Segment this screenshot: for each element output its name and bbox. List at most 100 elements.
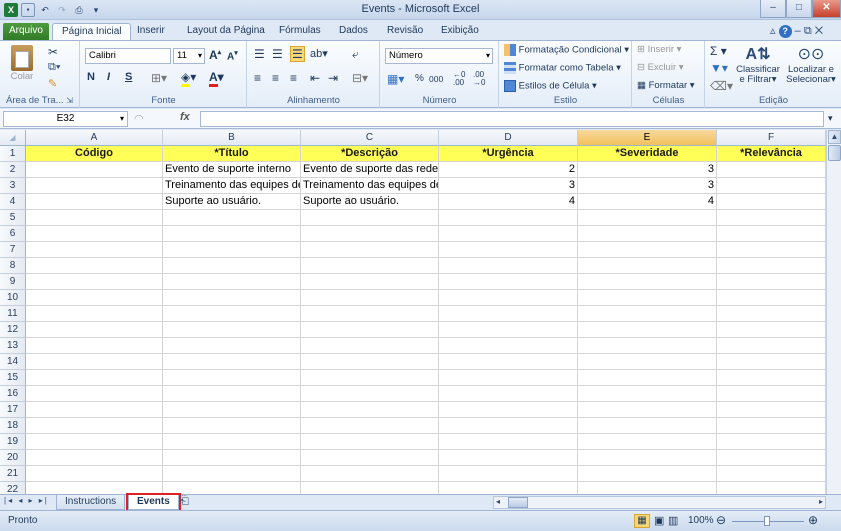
cell-b21[interactable] [163, 466, 301, 482]
cell-c21[interactable] [301, 466, 439, 482]
row-header-12[interactable]: 12 [0, 322, 26, 338]
doc-restore-icon[interactable]: ⧉ [804, 25, 812, 37]
sheet-tab-events[interactable]: Events [126, 493, 181, 512]
cell-a6[interactable] [26, 226, 163, 242]
cell-e8[interactable] [578, 258, 717, 274]
cell-e10[interactable] [578, 290, 717, 306]
h-scroll-thumb[interactable] [508, 497, 528, 508]
insert-sheet-icon[interactable]: ⎗ [180, 495, 189, 508]
cell-f12[interactable] [717, 322, 826, 338]
cell-c1[interactable]: *Descrição [301, 146, 439, 162]
cell-b7[interactable] [163, 242, 301, 258]
cell-a14[interactable] [26, 354, 163, 370]
zoom-level[interactable]: 100% [688, 515, 714, 526]
cell-d6[interactable] [439, 226, 578, 242]
cell-c10[interactable] [301, 290, 439, 306]
row-header-6[interactable]: 6 [0, 226, 26, 242]
cell-c14[interactable] [301, 354, 439, 370]
cell-c6[interactable] [301, 226, 439, 242]
cell-b6[interactable] [163, 226, 301, 242]
cell-e4[interactable]: 4 [578, 194, 717, 210]
cell-e7[interactable] [578, 242, 717, 258]
row-header-4[interactable]: 4 [0, 194, 26, 210]
cell-c9[interactable] [301, 274, 439, 290]
doc-close-icon[interactable]: ✕ [815, 25, 823, 37]
cell-c7[interactable] [301, 242, 439, 258]
cell-f7[interactable] [717, 242, 826, 258]
cell-b20[interactable] [163, 450, 301, 466]
cell-c19[interactable] [301, 434, 439, 450]
formula-input[interactable] [200, 111, 824, 127]
row-header-15[interactable]: 15 [0, 370, 26, 386]
page-break-view-icon[interactable]: ▥ [668, 514, 678, 527]
row-header-7[interactable]: 7 [0, 242, 26, 258]
cell-e13[interactable] [578, 338, 717, 354]
cell-b14[interactable] [163, 354, 301, 370]
cell-a13[interactable] [26, 338, 163, 354]
cell-b19[interactable] [163, 434, 301, 450]
decrease-indent-icon[interactable]: ⇤ [310, 71, 320, 85]
cell-e1[interactable]: *Severidade [578, 146, 717, 162]
format-cells-button[interactable]: ▦ Formatar ▾ [637, 80, 695, 91]
cell-a16[interactable] [26, 386, 163, 402]
cell-f13[interactable] [717, 338, 826, 354]
cell-c3[interactable]: Treinamento das equipes de [301, 178, 439, 194]
cell-c8[interactable] [301, 258, 439, 274]
cell-d11[interactable] [439, 306, 578, 322]
paste-button[interactable]: Colar [6, 45, 38, 82]
cell-c12[interactable] [301, 322, 439, 338]
sheet-navigation-icons[interactable]: |◂ ◂ ▸ ▸| [4, 496, 49, 505]
underline-button[interactable]: S [125, 71, 132, 83]
cell-d5[interactable] [439, 210, 578, 226]
cell-b11[interactable] [163, 306, 301, 322]
cell-a11[interactable] [26, 306, 163, 322]
cell-d7[interactable] [439, 242, 578, 258]
cell-d14[interactable] [439, 354, 578, 370]
row-header-16[interactable]: 16 [0, 386, 26, 402]
sheet-tab-instructions[interactable]: Instructions [56, 495, 126, 510]
zoom-out-icon[interactable]: ⊖ [716, 513, 726, 527]
tab-insert[interactable]: Inserir [128, 23, 174, 41]
format-as-table-button[interactable]: Formatar como Tabela ▾ [504, 62, 621, 74]
cell-d19[interactable] [439, 434, 578, 450]
cell-d16[interactable] [439, 386, 578, 402]
cell-b9[interactable] [163, 274, 301, 290]
cell-a2[interactable] [26, 162, 163, 178]
doc-minimize-icon[interactable]: – [795, 25, 801, 37]
percent-button[interactable]: % [415, 73, 424, 84]
cell-b8[interactable] [163, 258, 301, 274]
cell-c18[interactable] [301, 418, 439, 434]
borders-icon[interactable]: ⊞▾ [151, 71, 167, 85]
bold-button[interactable]: N [87, 71, 95, 83]
cell-f1[interactable]: *Relevância [717, 146, 826, 162]
insert-function-button[interactable]: fx [180, 111, 190, 123]
cut-icon[interactable]: ✂ [48, 45, 58, 59]
tab-file[interactable]: Arquivo [3, 23, 49, 41]
row-header-13[interactable]: 13 [0, 338, 26, 354]
align-middle-icon[interactable]: ☰ [272, 47, 283, 61]
cell-f10[interactable] [717, 290, 826, 306]
cell-e19[interactable] [578, 434, 717, 450]
cell-d3[interactable]: 3 [439, 178, 578, 194]
align-top-icon[interactable]: ☰ [254, 47, 265, 61]
cell-a17[interactable] [26, 402, 163, 418]
cell-f17[interactable] [717, 402, 826, 418]
cell-f5[interactable] [717, 210, 826, 226]
row-header-10[interactable]: 10 [0, 290, 26, 306]
cell-f21[interactable] [717, 466, 826, 482]
row-header-22[interactable]: 22 [0, 482, 26, 494]
cell-e12[interactable] [578, 322, 717, 338]
cell-e17[interactable] [578, 402, 717, 418]
autosum-icon[interactable]: Σ ▾ [710, 44, 727, 58]
dialog-launcher-icon[interactable]: ⇲ [66, 96, 73, 105]
worksheet-grid[interactable]: ◢ A B C D E F 1 Código *Título *Descrição *Urgênci… [0, 130, 826, 494]
tab-page-layout[interactable]: Layout da Página [178, 23, 274, 41]
row-header-8[interactable]: 8 [0, 258, 26, 274]
cell-a10[interactable] [26, 290, 163, 306]
zoom-slider-thumb[interactable] [764, 516, 770, 526]
row-header-5[interactable]: 5 [0, 210, 26, 226]
help-icon[interactable]: ? [778, 25, 792, 38]
row-header-18[interactable]: 18 [0, 418, 26, 434]
cell-b15[interactable] [163, 370, 301, 386]
cell-b12[interactable] [163, 322, 301, 338]
